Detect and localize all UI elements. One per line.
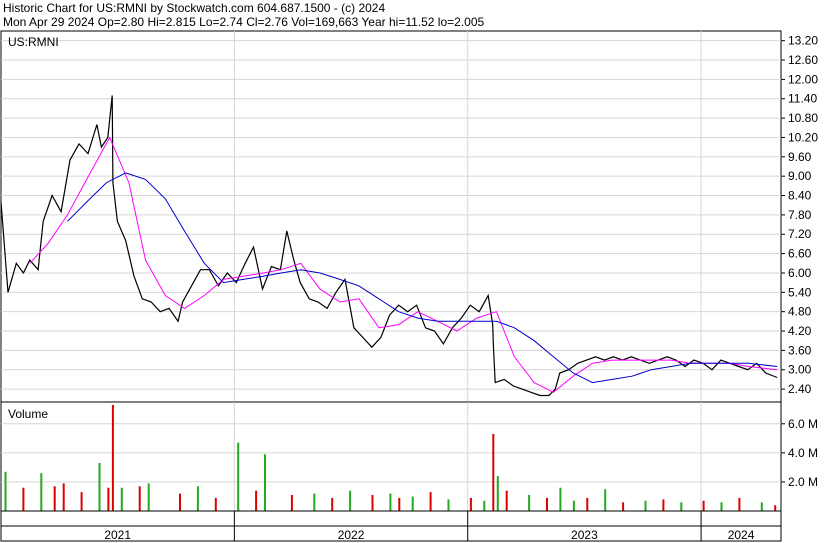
volume-bar xyxy=(4,471,7,511)
volume-bar xyxy=(53,486,56,511)
volume-bar xyxy=(702,500,705,511)
volume-bar xyxy=(738,497,741,511)
volume-bar xyxy=(644,500,647,511)
volume-bar xyxy=(62,483,65,511)
volume-title: Volume xyxy=(8,407,48,421)
volume-bar xyxy=(255,490,258,511)
price-y-tick-label: 10.80 xyxy=(788,111,818,125)
volume-bar xyxy=(662,499,665,511)
volume-bar xyxy=(214,497,217,511)
price-y-tick-label: 12.00 xyxy=(788,72,818,86)
price-plot-frame xyxy=(0,30,782,403)
price-panel: 13.20 12.60 12.00 11.40 10.80 10.20 9.60 9.00 8.… xyxy=(0,30,818,403)
volume-bar xyxy=(411,496,414,511)
price-y-axis: 13.20 12.60 12.00 11.40 10.80 10.20 9.60 9.00 8.… xyxy=(781,34,818,396)
price-y-tick-label: 13.20 xyxy=(788,34,818,48)
volume-bar xyxy=(429,492,432,511)
volume-bar xyxy=(313,493,316,511)
volume-bar xyxy=(492,434,495,511)
symbol-label: US:RMNI xyxy=(8,35,59,49)
volume-bar xyxy=(40,473,43,511)
volume-bar xyxy=(98,463,101,511)
price-y-tick-label: 9.00 xyxy=(788,169,812,183)
volume-bar xyxy=(528,495,531,511)
volume-bar xyxy=(774,505,777,511)
volume-bar xyxy=(147,483,150,511)
volume-bar xyxy=(120,487,123,511)
volume-panel: 6.0 M 4.0 M 2.0 M Volume xyxy=(0,401,818,512)
volume-bar xyxy=(720,502,723,511)
price-y-tick-label: 7.80 xyxy=(788,208,812,222)
year-label: 2024 xyxy=(728,528,755,542)
volume-bar xyxy=(349,490,352,511)
volume-y-tick-label: 2.0 M xyxy=(788,475,818,489)
price-y-tick-label: 9.60 xyxy=(788,150,812,164)
price-y-tick-label: 2.40 xyxy=(788,382,812,396)
volume-bar xyxy=(80,492,83,511)
volume-bar xyxy=(622,502,625,511)
volume-bar xyxy=(469,497,472,511)
volume-bar xyxy=(680,502,683,511)
volume-bar xyxy=(559,487,562,511)
volume-bar xyxy=(331,497,334,511)
volume-bar xyxy=(138,486,141,511)
price-y-tick-label: 8.40 xyxy=(788,189,812,203)
volume-bar xyxy=(290,495,293,511)
volume-bar xyxy=(447,499,450,511)
volume-y-tick-label: 6.0 M xyxy=(788,417,818,431)
time-axis: 2021 2022 2023 2024 xyxy=(0,510,782,542)
price-y-tick-label: 3.60 xyxy=(788,343,812,357)
volume-bar xyxy=(371,495,374,511)
volume-bar xyxy=(604,489,607,511)
volume-bar xyxy=(398,497,401,511)
price-y-tick-label: 6.00 xyxy=(788,266,812,280)
volume-bar xyxy=(505,490,508,511)
volume-bar xyxy=(196,486,199,511)
price-y-tick-label: 4.80 xyxy=(788,305,812,319)
volume-bar xyxy=(107,487,110,511)
price-y-tick-label: 10.20 xyxy=(788,130,818,144)
price-y-tick-label: 6.60 xyxy=(788,247,812,261)
price-y-tick-label: 4.20 xyxy=(788,324,812,338)
volume-bar xyxy=(264,454,266,511)
volume-bar xyxy=(483,500,486,511)
volume-bar xyxy=(389,493,392,511)
volume-bar xyxy=(760,502,763,511)
stock-chart: 13.20 12.60 12.00 11.40 10.80 10.20 9.60 9.00 8.… xyxy=(0,30,818,542)
price-y-tick-label: 3.00 xyxy=(788,363,812,377)
volume-bar xyxy=(237,442,240,511)
volume-y-tick-label: 4.0 M xyxy=(788,446,818,460)
price-y-tick-label: 11.40 xyxy=(788,92,817,106)
volume-bar xyxy=(179,493,181,511)
volume-bar xyxy=(496,476,499,511)
price-y-tick-label: 5.40 xyxy=(788,285,812,299)
year-label: 2022 xyxy=(338,528,365,542)
year-label: 2021 xyxy=(104,528,131,542)
volume-bar xyxy=(546,497,548,511)
volume-y-axis: 6.0 M 4.0 M 2.0 M xyxy=(781,417,818,489)
price-y-tick-label: 7.20 xyxy=(788,227,812,241)
price-y-tick-label: 12.60 xyxy=(788,53,818,67)
year-label: 2023 xyxy=(571,528,598,542)
volume-bar xyxy=(572,500,575,511)
volume-bar xyxy=(111,404,114,511)
volume-bar xyxy=(22,487,25,511)
volume-bar xyxy=(586,497,589,511)
